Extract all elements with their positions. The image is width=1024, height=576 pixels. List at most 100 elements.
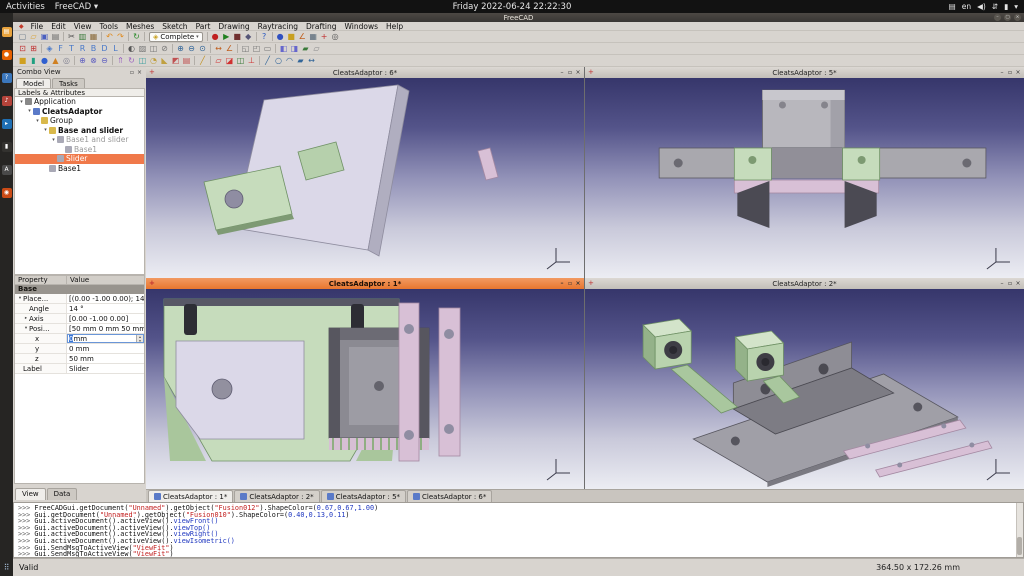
draft-polygon-icon[interactable]: ▰ xyxy=(295,55,306,66)
property-row-y[interactable]: y0 mm xyxy=(15,344,144,354)
panel-close-icon[interactable]: × xyxy=(137,69,142,76)
menu-raytracing[interactable]: Raytracing xyxy=(254,22,302,31)
tray-grid-icon[interactable]: ▤ xyxy=(949,2,956,11)
view-fit-all-icon[interactable]: ⊡ xyxy=(17,43,28,54)
draft-arc-icon[interactable]: ◠ xyxy=(284,55,295,66)
fillet-icon[interactable]: ◔ xyxy=(148,55,159,66)
constraint-icon[interactable]: ⊥ xyxy=(246,55,257,66)
tree-item-slider[interactable]: Slider xyxy=(15,154,144,164)
cross-section-icon[interactable]: ▤ xyxy=(181,55,192,66)
view-top-icon[interactable]: T xyxy=(66,43,77,54)
tree-item-application[interactable]: ▾Application xyxy=(15,97,144,107)
tab-data[interactable]: Data xyxy=(47,488,78,500)
model-lavender-plate[interactable] xyxy=(176,341,304,439)
clock[interactable]: Friday 2022-06-24 22:22:30 xyxy=(0,2,1024,12)
model-pink-rails[interactable] xyxy=(399,303,460,461)
texture-icon[interactable]: ▨ xyxy=(137,43,148,54)
mdi-tab-cleatsadaptor-2[interactable]: CleatsAdaptor : 2* xyxy=(234,490,319,502)
system-tray[interactable]: ▤en◀)⇵▮▾ xyxy=(949,2,1018,11)
expander-icon[interactable]: ▾ xyxy=(34,118,41,124)
macro-stop-icon[interactable]: ■ xyxy=(232,31,243,42)
tab-tasks[interactable]: Tasks xyxy=(52,78,85,88)
window-close-button[interactable]: × xyxy=(1014,14,1021,21)
menu-drawing[interactable]: Drawing xyxy=(214,22,253,31)
viewport-titlebar-active[interactable]: + CleatsAdaptor : 1* – ▫ × xyxy=(146,278,584,289)
viewport-minimize-icon[interactable]: – xyxy=(998,278,1006,289)
camera-icon[interactable]: ◎ xyxy=(330,31,341,42)
menu-windows[interactable]: Windows xyxy=(341,22,382,31)
extrude-icon[interactable]: ⇑ xyxy=(115,55,126,66)
network-icon[interactable]: ⇵ xyxy=(992,2,998,11)
measure-icon[interactable]: ∠ xyxy=(297,31,308,42)
app-menu-button[interactable]: FreeCAD ▾ xyxy=(55,2,98,12)
property-row-z[interactable]: z50 mm xyxy=(15,354,144,364)
whats-this-icon[interactable]: ? xyxy=(259,31,270,42)
selection-view-icon[interactable]: ◧ xyxy=(278,43,289,54)
dock-help-icon[interactable]: ? xyxy=(2,73,12,83)
window-minimize-button[interactable]: – xyxy=(994,14,1001,21)
view-right-icon[interactable]: R xyxy=(77,43,88,54)
chevron-down-icon[interactable]: ▾ xyxy=(1014,2,1018,11)
zoom-out-icon[interactable]: ⊖ xyxy=(186,43,197,54)
fullscreen-icon[interactable]: ▭ xyxy=(262,43,273,54)
window-maximize-button[interactable]: ▢ xyxy=(1004,14,1011,21)
boolean-union-icon[interactable]: ⊕ xyxy=(77,55,88,66)
viewport-minimize-icon[interactable]: – xyxy=(558,67,566,78)
viewport-close-icon[interactable]: × xyxy=(1014,278,1022,289)
tree-item-base1[interactable]: Base1 xyxy=(15,164,144,174)
mdi-tab-cleatsadaptor-6[interactable]: CleatsAdaptor : 6* xyxy=(407,490,492,502)
axis-cross-icon[interactable]: + xyxy=(319,31,330,42)
view-rear-icon[interactable]: B xyxy=(88,43,99,54)
viewport-titlebar[interactable]: + CleatsAdaptor : 6* – ▫ × xyxy=(146,67,584,78)
cut-icon[interactable]: ✂ xyxy=(66,31,77,42)
activities-button[interactable]: Activities xyxy=(6,2,45,12)
show-applications-icon[interactable]: ⠿ xyxy=(4,563,10,572)
window-tile-icon[interactable]: ◱ xyxy=(240,43,251,54)
view-bottom-icon[interactable]: D xyxy=(99,43,110,54)
primitive-box-icon[interactable]: ■ xyxy=(17,55,28,66)
window-cascade-icon[interactable]: ◰ xyxy=(251,43,262,54)
dock-freecad-icon[interactable]: ◉ xyxy=(2,188,12,198)
draft-circle-icon[interactable]: ○ xyxy=(273,55,284,66)
menu-file[interactable]: File xyxy=(27,22,48,31)
open-file-icon[interactable]: ▱ xyxy=(28,31,39,42)
volume-icon[interactable]: ◀) xyxy=(977,2,986,11)
primitive-cone-icon[interactable]: ▲ xyxy=(50,55,61,66)
python-console[interactable]: >>> FreeCADGui.getDocument("Unnamed").ge… xyxy=(13,502,1024,558)
value-spinbox[interactable]: 0 mm▴▾ xyxy=(67,334,144,343)
viewport-minimize-icon[interactable]: – xyxy=(558,278,566,289)
menu-drafting[interactable]: Drafting xyxy=(302,22,341,31)
viewport-maximize-icon[interactable]: ▫ xyxy=(566,278,574,289)
tree-item-base1-and-slider[interactable]: ▾Base1 and slider xyxy=(15,135,144,145)
model-column[interactable] xyxy=(762,90,844,148)
measure-distance-icon[interactable]: ↔ xyxy=(213,43,224,54)
mdi-tab-cleatsadaptor-1[interactable]: CleatsAdaptor : 1* xyxy=(148,490,233,502)
menu-view[interactable]: View xyxy=(70,22,96,31)
section-icon[interactable]: ◩ xyxy=(170,55,181,66)
tab-model[interactable]: Model xyxy=(16,78,51,88)
property-row-place[interactable]: ▾Place...[(0.00 -1.00 0.00); 14 °; 0 mm … xyxy=(15,294,144,304)
viewport-close-icon[interactable]: × xyxy=(574,278,582,289)
menu-meshes[interactable]: Meshes xyxy=(122,22,158,31)
dock-texteditor-icon[interactable]: A xyxy=(2,165,12,175)
menu-sketch[interactable]: Sketch xyxy=(158,22,191,31)
menu-tools[interactable]: Tools xyxy=(96,22,122,31)
clipping-plane-icon[interactable]: ⊘ xyxy=(159,43,170,54)
tree-view-icon[interactable]: ◨ xyxy=(289,43,300,54)
menu-help[interactable]: Help xyxy=(382,22,407,31)
expander-icon[interactable]: ▾ xyxy=(18,99,25,105)
measure-angle-icon[interactable]: ∠ xyxy=(224,43,235,54)
tree-item-group[interactable]: ▾Group xyxy=(15,116,144,126)
zoom-in-icon[interactable]: ⊕ xyxy=(175,43,186,54)
menu-part[interactable]: Part xyxy=(192,22,215,31)
viewport-titlebar[interactable]: + CleatsAdaptor : 5* – ▫ × xyxy=(585,67,1024,78)
property-row-label[interactable]: LabelSlider xyxy=(15,364,144,374)
draft-line-icon[interactable]: ╱ xyxy=(262,55,273,66)
boolean-intersection-icon[interactable]: ⊗ xyxy=(88,55,99,66)
draw-style-icon[interactable]: ◐ xyxy=(126,43,137,54)
3d-view-isometric[interactable] xyxy=(585,289,1024,489)
new-file-icon[interactable]: ▢ xyxy=(17,31,28,42)
property-row-angle[interactable]: Angle14 ° xyxy=(15,304,144,314)
primitive-cylinder-icon[interactable]: ▮ xyxy=(28,55,39,66)
macro-record-icon[interactable]: ● xyxy=(210,31,221,42)
